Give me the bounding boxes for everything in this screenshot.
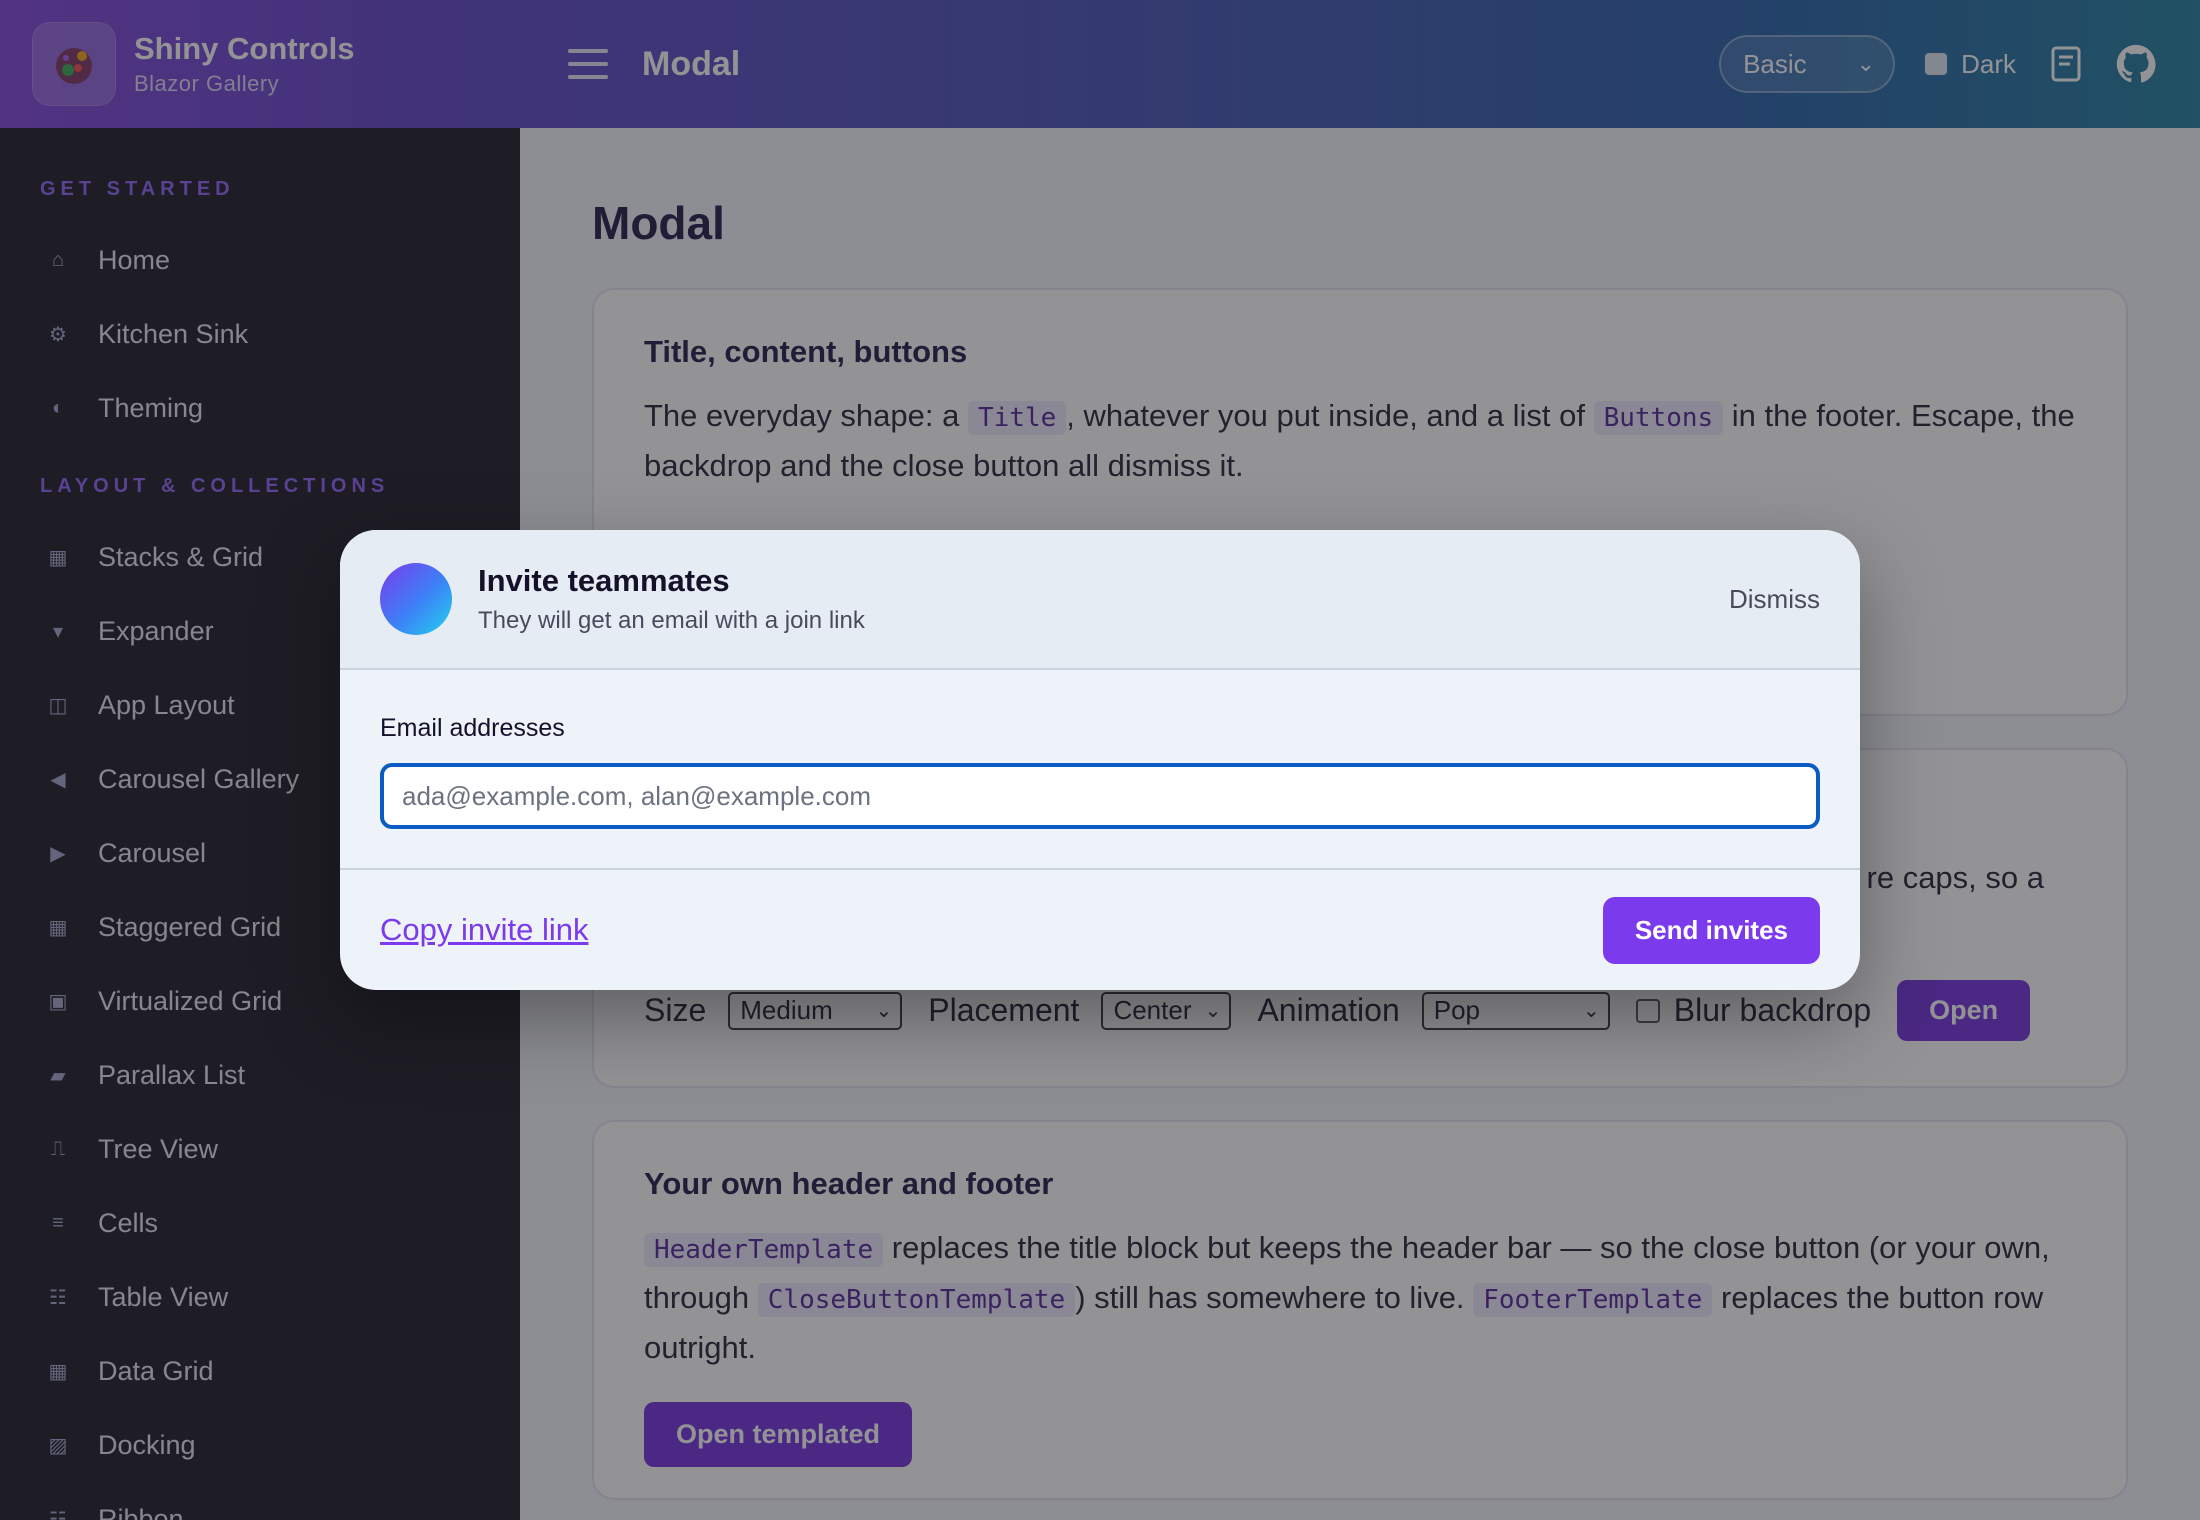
modal-footer: Copy invite link Send invites <box>340 870 1860 990</box>
send-invites-button[interactable]: Send invites <box>1602 896 1820 964</box>
avatar <box>380 563 452 635</box>
modal-body: Email addresses ada@example.com, alan@ex… <box>340 670 1860 870</box>
invite-modal: Invite teammates They will get an email … <box>340 530 1860 990</box>
email-field[interactable]: ada@example.com, alan@example.com <box>380 763 1820 829</box>
modal-header: Invite teammates They will get an email … <box>340 530 1860 670</box>
email-field-label: Email addresses <box>380 714 565 742</box>
modal-subtitle: They will get an email with a join link <box>478 607 865 634</box>
modal-title: Invite teammates <box>478 563 730 598</box>
copy-invite-link[interactable]: Copy invite link <box>380 912 588 948</box>
dismiss-button[interactable]: Dismiss <box>1729 584 1820 615</box>
